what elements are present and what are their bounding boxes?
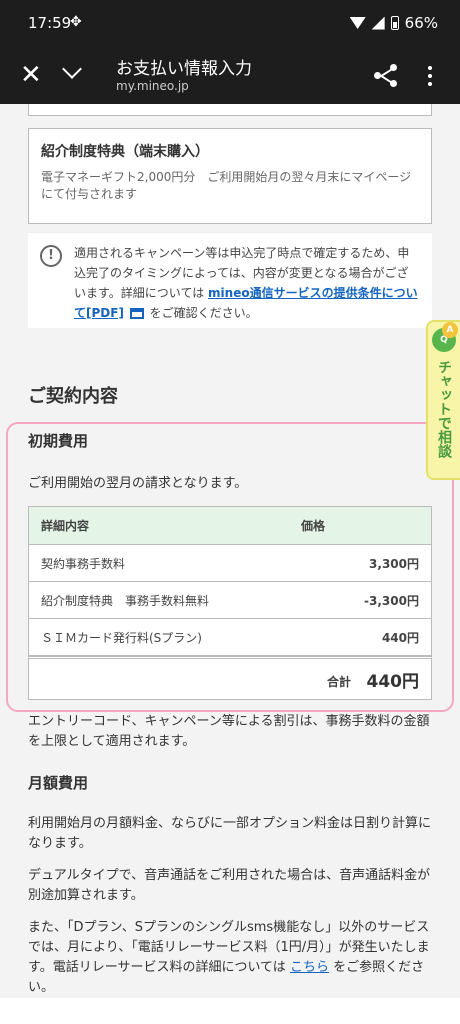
- close-icon[interactable]: ✕: [20, 60, 42, 90]
- table-row: 契約事務手数料 3,300円: [29, 544, 431, 581]
- total-value: 440円: [366, 672, 420, 692]
- chat-a-icon: A: [442, 322, 458, 338]
- wifi-icon: [349, 17, 366, 29]
- contract-section-title: ご契約内容: [28, 386, 118, 407]
- external-window-icon: [129, 308, 144, 319]
- browser-app-bar: ✕ お支払い情報入力 my.mineo.jp: [0, 48, 460, 104]
- fee-price: 3,300円: [369, 556, 419, 571]
- battery-icon: [390, 16, 399, 30]
- table-row: ＳＩＭカード発行料(Sプラン) 440円: [29, 618, 431, 655]
- share-icon[interactable]: [374, 64, 398, 88]
- monthly-note-3: また、「Dプラン、Sプランのシングルsms機能なし」以外のサービスでは、月により…: [28, 918, 432, 998]
- monthly-note-1: 利用開始月の月額料金、ならびに一部オプション料金は日割り計算になります。: [28, 816, 432, 851]
- campaign-notice: ! 適用されるキャンペーン等は申込完了時点で確定するため、申込完了のタイミングに…: [28, 232, 432, 328]
- status-indicators: 66%: [349, 14, 438, 32]
- total-row: 合計 440円: [28, 656, 432, 700]
- page-content: 紹介制度特典（端末購入） 電子マネーギフト2,000円分 ご利用開始月の翌々月末…: [0, 104, 460, 998]
- benefit-box: 紹介制度特典（端末購入） 電子マネーギフト2,000円分 ご利用開始月の翌々月末…: [28, 128, 432, 224]
- initial-fee-title: 初期費用: [28, 432, 89, 450]
- signal-icon: [371, 16, 385, 30]
- monthly-fee-title: 月額費用: [28, 774, 89, 792]
- fee-item: 契約事務手数料: [41, 556, 126, 571]
- fee-table: 詳細内容 価格 契約事務手数料 3,300円 紹介制度特典 事務手数料無料 -3…: [28, 506, 432, 656]
- chat-consult-tab[interactable]: Q A チャットで相談: [426, 320, 460, 480]
- fee-item: ＳＩＭカード発行料(Sプラン): [41, 630, 202, 645]
- status-bar: 17:59 ✥ 66%: [0, 0, 460, 48]
- chat-label: チャットで相談: [436, 360, 452, 458]
- status-time: 17:59: [28, 14, 72, 32]
- previous-box-edge: [28, 104, 432, 116]
- monthly-note-2: デュアルタイプで、音声通話をご利用された場合は、音声通話料金が別途加算されます。: [28, 868, 431, 903]
- exclamation-icon: !: [40, 245, 62, 267]
- column-header-price: 価格: [301, 519, 326, 533]
- fan-icon: ✥: [70, 14, 82, 30]
- table-row: 紹介制度特典 事務手数料無料 -3,300円: [29, 581, 431, 618]
- relay-service-link[interactable]: こちら: [290, 960, 329, 975]
- battery-level: 66%: [404, 14, 438, 32]
- notice-text-end: をご確認ください。: [149, 306, 258, 320]
- fee-price: -3,300円: [364, 593, 419, 608]
- gesture-bar: [0, 998, 460, 1024]
- column-header-item: 詳細内容: [41, 519, 90, 533]
- fee-price: 440円: [381, 630, 419, 645]
- more-menu-icon[interactable]: [426, 64, 434, 88]
- benefit-heading: 紹介制度特典（端末購入）: [41, 144, 209, 160]
- initial-fee-note: ご利用開始の翌月の請求となります。: [28, 476, 248, 491]
- total-label: 合計: [327, 675, 352, 689]
- table-header-row: 詳細内容 価格: [29, 507, 431, 544]
- chevron-down-icon[interactable]: [62, 62, 82, 82]
- page-title: お支払い情報入力: [116, 59, 252, 79]
- page-url: my.mineo.jp: [116, 79, 189, 93]
- discount-note: エントリーコード、キャンペーン等による割引は、事務手数料の金額を上限として適用さ…: [28, 714, 430, 749]
- benefit-body: 電子マネーギフト2,000円分 ご利用開始月の翌々月末にマイページにて付与されま…: [41, 170, 412, 201]
- fee-item: 紹介制度特典 事務手数料無料: [41, 593, 210, 608]
